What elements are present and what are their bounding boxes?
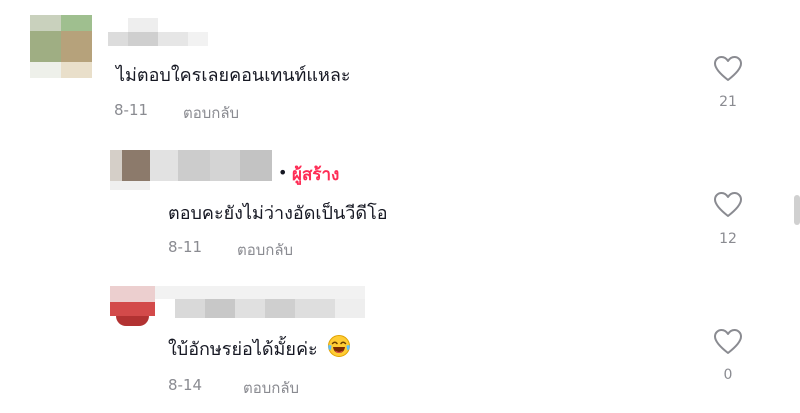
heart-outline-icon[interactable] — [713, 55, 743, 83]
heart-outline-icon[interactable] — [713, 191, 743, 219]
comment-text-body: ใบ้อักษรย่อได้มั้ยค่ะ — [168, 339, 318, 360]
reply-button[interactable]: ตอบกลับ — [243, 376, 299, 400]
username-redacted[interactable] — [150, 150, 272, 181]
creator-badge: ผู้สร้าง — [292, 165, 340, 185]
comment-date: 8-14 — [168, 376, 203, 394]
comment-text: ตอบคะยังไม่ว่างอัดเป็นวีดีโอ — [168, 203, 388, 224]
like-count: 12 — [719, 231, 737, 247]
reply-button[interactable]: ตอบกลับ — [237, 238, 293, 262]
avatar[interactable] — [110, 150, 150, 190]
heart-outline-icon[interactable] — [713, 328, 743, 356]
separator-dot: • — [278, 163, 288, 182]
username-redacted[interactable] — [155, 286, 365, 318]
avatar[interactable] — [30, 15, 92, 78]
comment-text: ไม่ตอบใครเลยคอนเทนท์แหละ — [116, 65, 351, 86]
face-with-tears-of-joy-icon — [328, 335, 351, 357]
like-count: 21 — [719, 94, 737, 110]
comment-date: 8-11 — [114, 101, 149, 119]
avatar[interactable] — [110, 286, 155, 328]
comment-date: 8-11 — [168, 238, 203, 256]
comment-text: ใบ้อักษรย่อได้มั้ยค่ะ — [168, 334, 351, 363]
like-count: 0 — [723, 367, 733, 383]
reply-button[interactable]: ตอบกลับ — [183, 101, 239, 125]
scrollbar[interactable] — [794, 195, 800, 225]
username-redacted[interactable] — [108, 18, 208, 46]
